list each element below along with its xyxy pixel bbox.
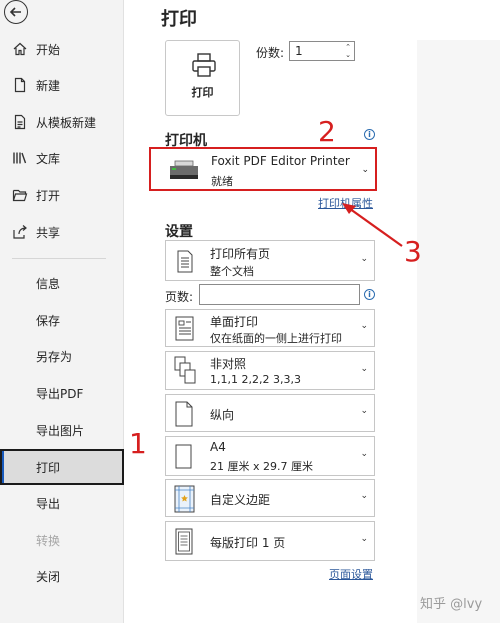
sidebar-item-from-template[interactable]: 从模板新建 [0,105,124,139]
backstage-sidebar: 开始 新建 从模板新建 文库 打开 共享 信息 保存 另存为 导出PDF 导出图… [0,0,124,623]
sidebar-item-label: 共享 [36,225,61,240]
paper-size-desc: 21 厘米 x 29.7 厘米 [210,460,313,473]
watermark: 知乎 @lvy [420,597,483,612]
sidebar-item-label: 导出图片 [36,423,85,438]
chevron-down-icon: ⌄ [360,449,368,459]
orientation-select[interactable]: 纵向 ⌄ [165,394,375,432]
margins-select[interactable]: 自定义边距 ⌄ [165,479,375,517]
sidebar-item-label: 保存 [36,313,61,328]
sidebar-item-close[interactable]: 关闭 [0,561,124,591]
annotation-number-2: 2 [318,115,336,148]
print-range-label: 打印所有页 [210,247,271,261]
sidebar-item-new[interactable]: 新建 [0,68,124,102]
sidebar-item-save[interactable]: 保存 [0,305,124,335]
copies-value: 1 [295,44,303,58]
sidebar-item-export-image[interactable]: 导出图片 [0,415,124,445]
sidebar-item-share[interactable]: 共享 [0,215,124,249]
chevron-down-icon: ⌄ [360,364,368,374]
library-icon [12,150,28,166]
annotation-arrow-icon [342,203,403,247]
pages-icon [177,250,193,273]
page-title: 打印 [161,9,197,30]
paper-size-label: A4 [210,440,226,454]
print-preview-panel [417,40,500,623]
chevron-down-icon: ⌄ [360,534,368,544]
portrait-icon [175,401,193,427]
sidebar-item-label: 导出PDF [36,386,84,401]
sidebar-item-open[interactable]: 打开 [0,178,124,212]
pages-per-sheet-label: 每版打印 1 页 [210,536,286,550]
copies-label: 份数: [256,46,285,60]
margins-icon [174,485,195,513]
sidebar-item-label: 从模板新建 [36,115,97,130]
chevron-down-icon: ⌄ [361,165,369,175]
new-doc-icon [12,77,28,93]
page-setup-link[interactable]: 页面设置 [329,566,373,582]
annotation-number-1: 1 [129,427,147,460]
chevron-down-icon: ⌄ [360,321,368,331]
sides-label: 单面打印 [210,315,259,329]
uncollated-icon [174,356,196,384]
template-icon [12,114,28,130]
pages-label: 页数: [165,290,194,304]
printer-name: Foxit PDF Editor Printer [211,154,350,168]
sidebar-item-save-as[interactable]: 另存为 [0,341,124,371]
settings-section-title: 设置 [165,224,193,240]
sidebar-item-label: 新建 [36,78,61,93]
sidebar-item-label: 转换 [36,533,61,548]
spin-arrows-icon[interactable]: ⌃ ⌄ [345,43,351,59]
print-button-label: 打印 [191,86,214,99]
collate-label: 非对照 [210,357,247,371]
pages-per-sheet-icon [175,528,193,555]
share-icon [12,224,28,240]
sidebar-item-label: 文库 [36,151,61,166]
margins-label: 自定义边距 [210,493,271,507]
info-icon[interactable]: i [364,129,375,140]
chevron-down-icon: ⌄ [360,491,368,501]
printer-select[interactable]: Foxit PDF Editor Printer 就绪 ⌄ [149,147,377,191]
folder-open-icon [12,187,28,203]
sidebar-item-library[interactable]: 文库 [0,141,124,175]
chevron-down-icon: ⌄ [360,254,368,264]
pages-per-sheet-select[interactable]: 每版打印 1 页 ⌄ [165,521,375,561]
single-sided-icon [175,316,194,341]
chevron-down-icon: ⌄ [360,406,368,416]
sidebar-item-label: 开始 [36,42,61,57]
print-range-desc: 整个文档 [210,265,254,278]
collate-desc: 1,1,1 2,2,2 3,3,3 [210,373,301,386]
printer-status: 就绪 [211,175,233,188]
sidebar-item-export-pdf[interactable]: 导出PDF [0,378,124,408]
sides-desc: 仅在纸面的一侧上进行打印 [210,332,342,345]
sidebar-item-home[interactable]: 开始 [0,32,124,66]
copies-stepper[interactable]: 1 ⌃ ⌄ [289,41,355,61]
sidebar-item-label: 导出 [36,496,61,511]
pages-input[interactable] [199,284,360,305]
paper-size-icon [175,444,192,469]
sidebar-item-export[interactable]: 导出 [0,488,124,518]
sides-select[interactable]: 单面打印 仅在纸面的一侧上进行打印 ⌄ [165,309,375,347]
sidebar-item-label: 另存为 [36,349,73,364]
printer-icon [192,53,216,77]
back-arrow-icon[interactable] [4,0,28,24]
orientation-label: 纵向 [210,408,235,422]
printer-device-icon [170,160,198,179]
collate-select[interactable]: 非对照 1,1,1 2,2,2 3,3,3 ⌄ [165,351,375,390]
annotation-highlight-box [0,449,124,485]
paper-size-select[interactable]: A4 21 厘米 x 29.7 厘米 ⌄ [165,436,375,476]
sidebar-item-info[interactable]: 信息 [0,268,124,298]
sidebar-item-label: 打开 [36,188,61,203]
home-icon [12,41,28,57]
sidebar-item-label: 信息 [36,276,61,291]
sidebar-divider [12,258,106,259]
print-button[interactable]: 打印 [165,40,240,116]
sidebar-item-label: 关闭 [36,569,61,584]
info-icon[interactable]: i [364,289,375,300]
sidebar-item-convert: 转换 [0,525,124,555]
annotation-number-3: 3 [404,235,422,268]
